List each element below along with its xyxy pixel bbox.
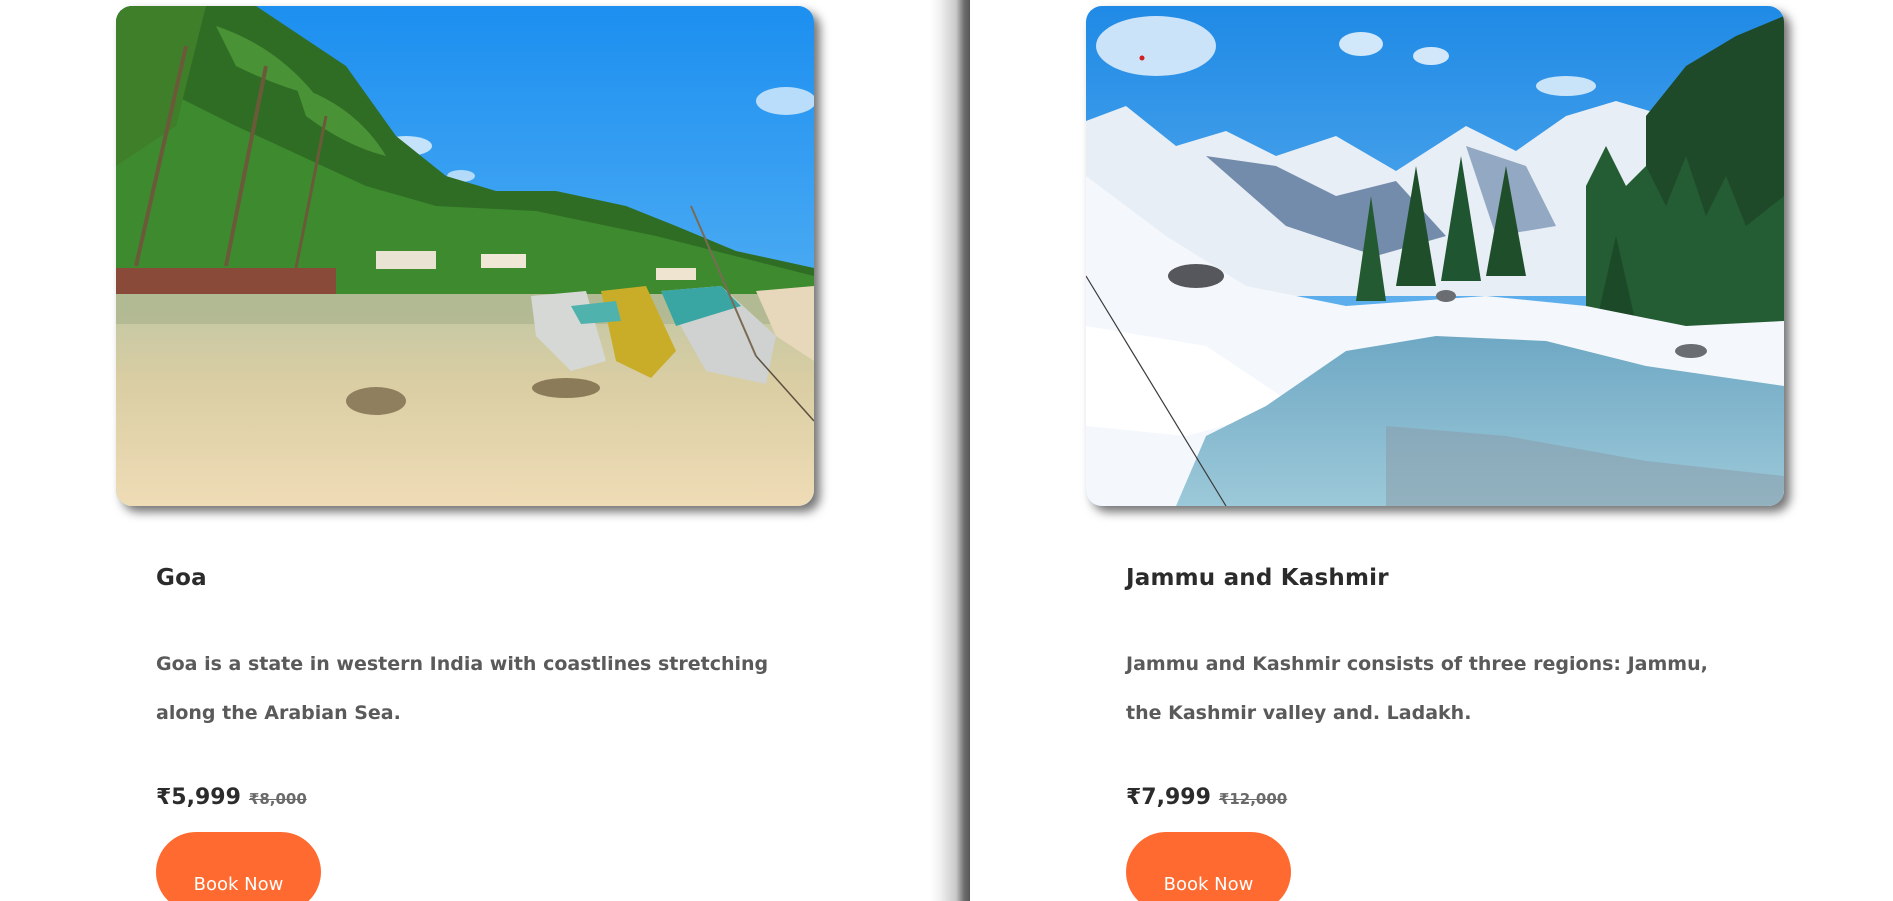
book-now-button-jammu-kashmir[interactable]: Book Now [1126,832,1291,901]
original-price: ₹8,000 [248,790,307,808]
destination-title: Goa [156,565,207,591]
goa-beach-image [116,6,814,506]
kashmir-mountain-image [1086,6,1784,506]
card-divider [930,0,970,901]
original-price: ₹12,000 [1218,790,1288,808]
price-row: ₹7,999 ₹12,000 [1126,785,1287,810]
destination-card-jammu-kashmir: Jammu and Kashmir Jammu and Kashmir cons… [1086,0,1846,901]
destination-card-goa: Goa Goa is a state in western India with… [116,0,876,901]
destination-description: Jammu and Kashmir consists of three regi… [1126,653,1708,724]
current-price: ₹7,999 [1126,785,1211,810]
destination-title: Jammu and Kashmir [1126,565,1389,591]
destinations-page: Goa Goa is a state in western India with… [0,0,1893,901]
destination-description: Goa is a state in western India with coa… [156,653,769,724]
price-row: ₹5,999 ₹8,000 [156,785,307,810]
current-price: ₹5,999 [156,785,241,810]
book-now-button-goa[interactable]: Book Now [156,832,321,901]
